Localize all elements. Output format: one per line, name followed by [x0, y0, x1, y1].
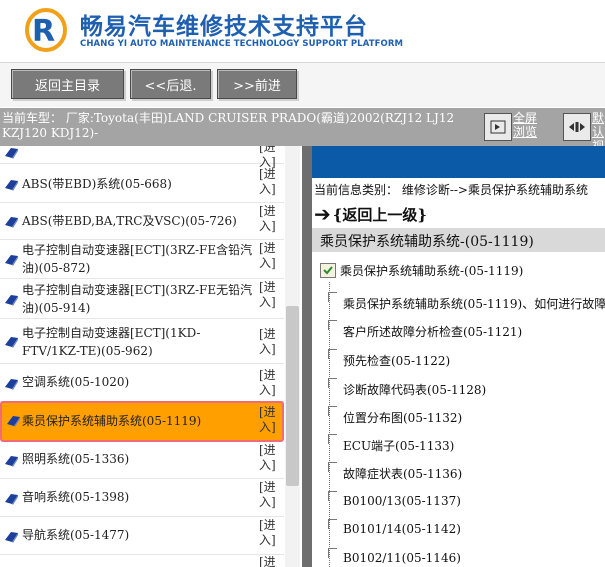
menu-item[interactable]: [进 — [0, 555, 284, 567]
menu-item-audio[interactable]: 音响系统(05-1398) [进 入] — [0, 479, 284, 517]
menu-item-abs-vsc[interactable]: ABS(带EBD,BA,TRC及VSC)(05-726) [进 入] — [0, 203, 284, 240]
fullscreen-link[interactable]: 全屏 浏览 — [513, 111, 537, 139]
enter-link[interactable]: [进 — [259, 555, 279, 567]
folder-icon — [320, 263, 336, 278]
menu-item-label: ABS(带EBD)系统(05-668) — [22, 177, 172, 191]
book-icon — [5, 494, 18, 505]
book-icon — [5, 295, 18, 306]
app-subtitle: CHANG YI AUTO MAINTENANCE TECHNOLOGY SUP… — [80, 39, 404, 49]
book-icon — [7, 416, 20, 427]
book-icon — [5, 532, 18, 543]
app-header: R 畅易汽车维修技术支持平台 CHANG YI AUTO MAINTENANCE… — [0, 0, 605, 62]
menu-item-label: 电子控制自动变速器[ECT](3RZ-FE含铅汽油)(05-872) — [22, 243, 253, 275]
content-panel: 当前信息类别： 维修诊断-->乘员保护系统辅助系统 ➔ {返回上一级} 乘员保护… — [312, 146, 605, 567]
system-menu-panel: [进 入] ABS(带EBD)系统(05-668) [进 入] ABS(带EBD… — [0, 146, 302, 567]
back-button[interactable]: <<后退. — [130, 69, 211, 99]
enter-link[interactable]: [进 入] — [259, 204, 279, 234]
back-up-label: {返回上一级} — [332, 205, 428, 224]
menu-item-label: 导航系统(05-1477) — [22, 528, 130, 542]
svg-text:R: R — [32, 14, 55, 49]
menu-item-air-conditioning[interactable]: 空调系统(05-1020) [进 入] — [0, 364, 284, 402]
logo-icon: R — [25, 8, 67, 52]
menu-item-label: 电子控制自动变速器[ECT](3RZ-FE无铅汽油)(05-914) — [22, 283, 253, 315]
enter-link[interactable]: [进 入] — [259, 327, 279, 357]
section-title: 乘员保护系统辅助系统-(05-1119) — [320, 234, 534, 250]
menu-item-srs-active[interactable]: 乘员保护系统辅助系统(05-1119) [进 入] — [0, 401, 284, 442]
menu-item-label: 音响系统(05-1398) — [22, 490, 130, 504]
restore-view-icon[interactable] — [563, 113, 591, 141]
enter-link[interactable]: [进 入] — [259, 480, 279, 510]
content-top-bar — [312, 146, 605, 178]
fullscreen-icon[interactable] — [484, 113, 512, 141]
breadcrumb: 当前信息类别： 维修诊断-->乘员保护系统辅助系统 — [314, 183, 588, 197]
tree-root[interactable]: 乘员保护系统辅助系统-(05-1119) — [320, 262, 523, 279]
enter-link[interactable]: [进 入] — [259, 241, 279, 271]
book-icon — [5, 337, 18, 348]
menu-item-label: 乘员保护系统辅助系统(05-1119) — [22, 414, 202, 428]
vehicle-bar: 当前车型： 厂家:Toyota(丰田)LAND CRUISER PRADO(霸道… — [0, 108, 605, 167]
enter-link[interactable]: [进 入] — [259, 443, 279, 473]
enter-link[interactable]: [进 入] — [259, 280, 279, 310]
menu-item-lighting[interactable]: 照明系统(05-1336) [进 入] — [0, 442, 284, 479]
panel-splitter[interactable] — [302, 146, 312, 567]
menu-item-abs-ebd[interactable]: ABS(带EBD)系统(05-668) [进 入] — [0, 166, 284, 203]
menu-item-label — [22, 146, 254, 160]
enter-link[interactable]: [进 入] — [259, 518, 279, 548]
app-title: 畅易汽车维修技术支持平台 — [80, 14, 368, 40]
book-icon — [5, 456, 18, 467]
nav-toolbar: 返回主目录 <<后退. >>前进 — [0, 62, 605, 107]
section-header: 乘员保护系统辅助系统-(05-1119) — [312, 228, 605, 252]
menu-scroll-thumb[interactable] — [286, 306, 299, 486]
menu-item-ect-3rz-unleaded[interactable]: 电子控制自动变速器[ECT](3RZ-FE无铅汽油)(05-914) [进 入] — [0, 279, 284, 319]
menu-item-label: 空调系统(05-1020) — [22, 375, 130, 389]
book-icon — [5, 148, 18, 159]
menu-item-label: 照明系统(05-1336) — [22, 452, 130, 466]
back-up-link[interactable]: ➔ {返回上一级} — [314, 202, 427, 226]
book-icon — [5, 180, 18, 191]
menu-item-label: 电子控制自动变速器[ECT](1KD-FTV/1KZ-TE)(05-962) — [22, 326, 201, 358]
enter-link[interactable]: [进 入] — [259, 167, 279, 197]
forward-button[interactable]: >>前进 — [217, 69, 297, 99]
book-icon — [5, 217, 18, 228]
menu-item[interactable]: [进 入] — [0, 146, 284, 169]
menu-item-ect-1kd[interactable]: 电子控制自动变速器[ECT](1KD-FTV/1KZ-TE)(05-962) [… — [0, 319, 284, 364]
vehicle-label: 当前车型： 厂家:Toyota(丰田)LAND CRUISER PRADO(霸道… — [2, 111, 455, 140]
tree-root-label: 乘员保护系统辅助系统-(05-1119) — [340, 264, 524, 278]
book-icon — [5, 255, 18, 266]
menu-item-ect-3rz-leaded[interactable]: 电子控制自动变速器[ECT](3RZ-FE含铅汽油)(05-872) [进 入] — [0, 240, 284, 279]
home-button[interactable]: 返回主目录 — [11, 69, 124, 99]
menu-item-label: ABS(带EBD,BA,TRC及VSC)(05-726) — [22, 214, 237, 228]
book-icon — [5, 379, 18, 390]
enter-link[interactable]: [进 入] — [259, 368, 279, 398]
menu-item-navigation[interactable]: 导航系统(05-1477) [进 入] — [0, 517, 284, 555]
enter-link[interactable]: [进 入] — [259, 405, 279, 435]
back-arrow-icon: ➔ — [314, 202, 331, 226]
